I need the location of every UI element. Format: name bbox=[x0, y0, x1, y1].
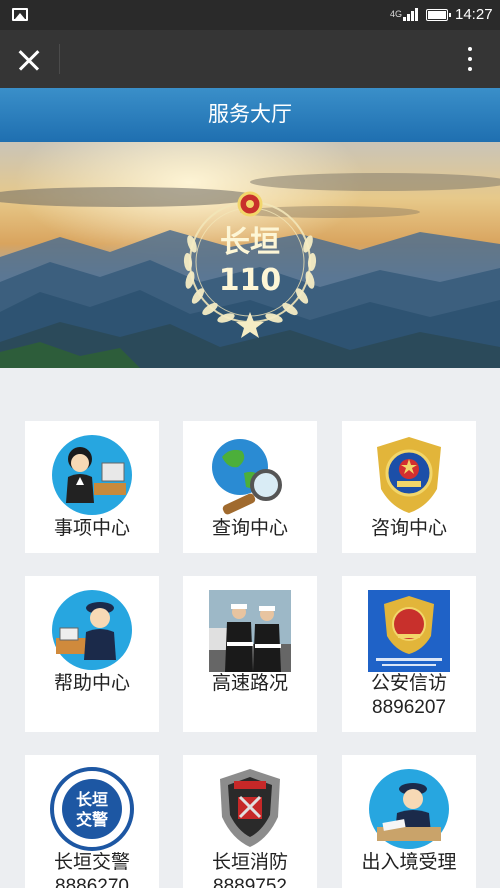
banner-image: 长垣 110 bbox=[0, 142, 500, 368]
traffic-police-photo bbox=[209, 590, 291, 672]
tile-affairs-center[interactable]: 事项中心 bbox=[25, 421, 159, 553]
tile-label: 长垣消防 bbox=[211, 852, 288, 873]
more-menu-icon[interactable] bbox=[460, 44, 480, 74]
emblem-text-line2: 110 bbox=[219, 263, 282, 298]
status-bar: 4G 14:27 bbox=[0, 0, 500, 30]
tile-label: 长垣交警 bbox=[53, 852, 130, 873]
battery-icon bbox=[426, 9, 451, 21]
police-officer-desk-icon bbox=[52, 590, 132, 670]
nav-divider bbox=[59, 44, 60, 74]
tile-label: 查询中心 bbox=[211, 518, 288, 539]
tile-label: 帮助中心 bbox=[53, 673, 130, 694]
tile-highway-traffic[interactable]: 高速路况 bbox=[183, 576, 317, 732]
close-icon[interactable] bbox=[12, 42, 48, 78]
tile-label: 咨询中心 bbox=[370, 518, 447, 539]
tile-label: 公安信访 bbox=[370, 673, 447, 694]
signal-icon bbox=[403, 8, 421, 21]
tile-label: 出入境受理 bbox=[361, 852, 457, 873]
traffic-police-badge-icon: 长垣 交警 bbox=[50, 767, 134, 851]
tile-label: 高速路况 bbox=[211, 673, 288, 694]
svg-text:交警: 交警 bbox=[76, 810, 108, 829]
tile-changyuan-fire[interactable]: 长垣消防 8889752 bbox=[183, 755, 317, 888]
police-emblem-icon bbox=[377, 437, 441, 513]
status-time: 14:27 bbox=[455, 6, 493, 23]
nav-bar bbox=[0, 30, 500, 88]
fire-brigade-badge-icon bbox=[220, 769, 280, 847]
police-petition-poster-icon bbox=[368, 590, 450, 672]
tile-help-center[interactable]: 帮助中心 bbox=[25, 576, 159, 732]
globe-magnifier-icon bbox=[212, 439, 282, 515]
page-title: 服务大厅 bbox=[0, 88, 500, 142]
tile-phone: 8896207 bbox=[372, 697, 446, 718]
svg-text:长垣: 长垣 bbox=[76, 790, 108, 809]
clerk-at-computer-icon bbox=[52, 435, 132, 515]
tile-phone: 8889752 bbox=[213, 876, 287, 888]
tile-phone: 8886270 bbox=[55, 876, 129, 888]
image-notification-icon bbox=[12, 8, 28, 21]
tile-query-center[interactable]: 查询中心 bbox=[183, 421, 317, 553]
officer-writing-icon bbox=[369, 769, 449, 849]
tile-public-security-petition[interactable]: 公安信访 8896207 bbox=[342, 576, 476, 732]
network-type: 4G bbox=[390, 9, 403, 19]
tile-changyuan-traffic-police[interactable]: 长垣 交警 长垣交警 8886270 bbox=[25, 755, 159, 888]
tile-label: 事项中心 bbox=[53, 518, 130, 539]
emblem-text-line1: 长垣 bbox=[220, 225, 280, 260]
tile-entry-exit-acceptance[interactable]: 出入境受理 bbox=[342, 755, 476, 888]
tile-consult-center[interactable]: 咨询中心 bbox=[342, 421, 476, 553]
